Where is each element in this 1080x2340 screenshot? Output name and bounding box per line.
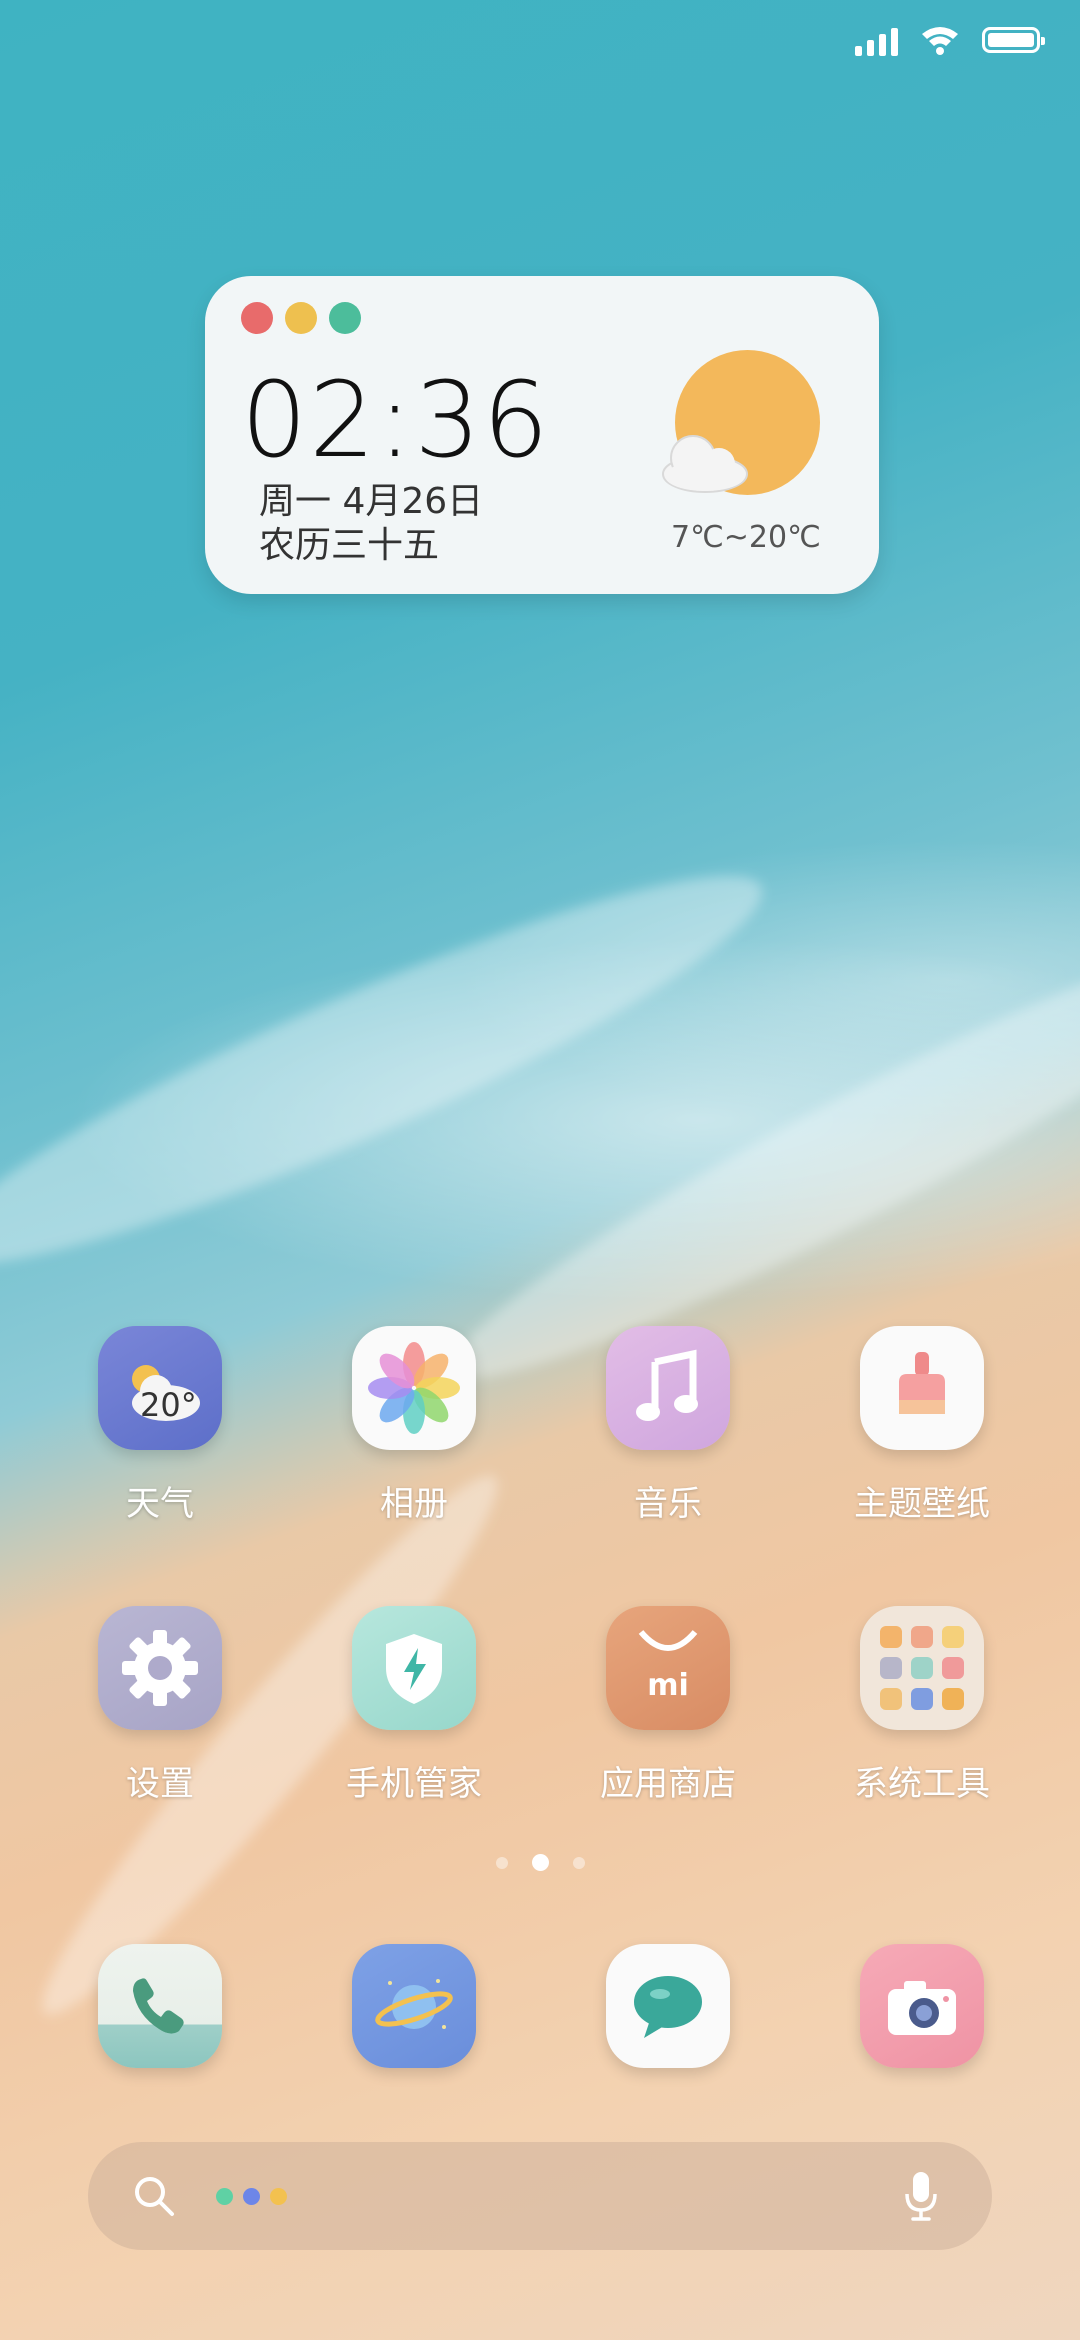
app-label: 主题壁纸 <box>854 1484 990 1524</box>
themes-icon <box>860 1326 984 1450</box>
yellow-dot <box>285 302 317 334</box>
app-store-icon: mi <box>606 1606 730 1730</box>
browser-icon <box>352 1944 476 2068</box>
music-icon <box>606 1326 730 1450</box>
signal-icon <box>855 24 898 56</box>
messages-icon <box>606 1944 730 2068</box>
mi-logo: mi <box>647 1668 689 1703</box>
app-label: 设置 <box>126 1764 194 1804</box>
page-dot[interactable] <box>572 1856 585 1869</box>
lunar-date: 农历三十五 <box>259 525 440 566</box>
dock-phone[interactable] <box>70 1944 250 2068</box>
assistant-dots[interactable] <box>216 2188 287 2205</box>
page-dot[interactable] <box>495 1856 508 1869</box>
page-dot-active[interactable] <box>531 1854 549 1871</box>
app-label: 手机管家 <box>346 1764 482 1804</box>
search-icon[interactable] <box>132 2174 176 2218</box>
weather-temp-badge: 20° <box>140 1386 197 1424</box>
assistant-dot <box>270 2188 287 2205</box>
clock-weather-widget[interactable]: 02:36 周一 4月26日 农历三十五 7℃~20℃ <box>205 276 879 594</box>
dock-camera[interactable] <box>832 1944 1012 2068</box>
app-music[interactable]: 音乐 <box>578 1326 758 1525</box>
temperature-range: 7℃~20℃ <box>671 520 821 555</box>
weather-icon: 20° <box>98 1326 222 1450</box>
microphone-icon[interactable] <box>904 2170 938 2222</box>
battery-icon <box>982 27 1045 53</box>
phone-icon <box>98 1944 222 2068</box>
tools-folder-icon <box>860 1606 984 1730</box>
app-label: 天气 <box>126 1484 194 1524</box>
app-label: 系统工具 <box>854 1764 990 1804</box>
search-bar[interactable] <box>88 2142 992 2250</box>
mini-app-icon <box>880 1688 902 1710</box>
app-security[interactable]: 手机管家 <box>324 1606 504 1805</box>
app-label: 音乐 <box>634 1484 702 1524</box>
red-dot <box>241 302 273 334</box>
mini-app-icon <box>942 1626 964 1648</box>
app-themes[interactable]: 主题壁纸 <box>832 1326 1012 1525</box>
page-indicator[interactable] <box>0 1854 1080 1871</box>
dock-browser[interactable] <box>324 1944 504 2068</box>
mini-app-icon <box>880 1626 902 1648</box>
clock-time: 02:36 <box>241 359 551 481</box>
window-dots <box>241 302 361 334</box>
camera-icon <box>860 1944 984 2068</box>
security-icon <box>352 1606 476 1730</box>
app-label: 应用商店 <box>600 1764 736 1804</box>
status-bar <box>855 24 1045 56</box>
mini-app-icon <box>942 1688 964 1710</box>
app-store[interactable]: mi 应用商店 <box>578 1606 758 1805</box>
settings-icon <box>98 1606 222 1730</box>
mini-app-icon <box>942 1657 964 1679</box>
green-dot <box>329 302 361 334</box>
mini-app-icon <box>911 1688 933 1710</box>
app-weather[interactable]: 20° 天气 <box>70 1326 250 1525</box>
app-settings[interactable]: 设置 <box>70 1606 250 1805</box>
gallery-icon <box>352 1326 476 1450</box>
assistant-dot <box>216 2188 233 2205</box>
mini-app-icon <box>880 1657 902 1679</box>
mini-app-icon <box>911 1626 933 1648</box>
folder-grid <box>880 1626 964 1710</box>
mini-app-icon <box>911 1657 933 1679</box>
assistant-dot <box>243 2188 260 2205</box>
cloud-icon <box>662 435 748 493</box>
app-gallery[interactable]: 相册 <box>324 1326 504 1525</box>
app-tools-folder[interactable]: 系统工具 <box>832 1606 1012 1805</box>
dock-messages[interactable] <box>578 1944 758 2068</box>
app-label: 相册 <box>380 1484 448 1524</box>
wifi-icon <box>922 27 958 55</box>
